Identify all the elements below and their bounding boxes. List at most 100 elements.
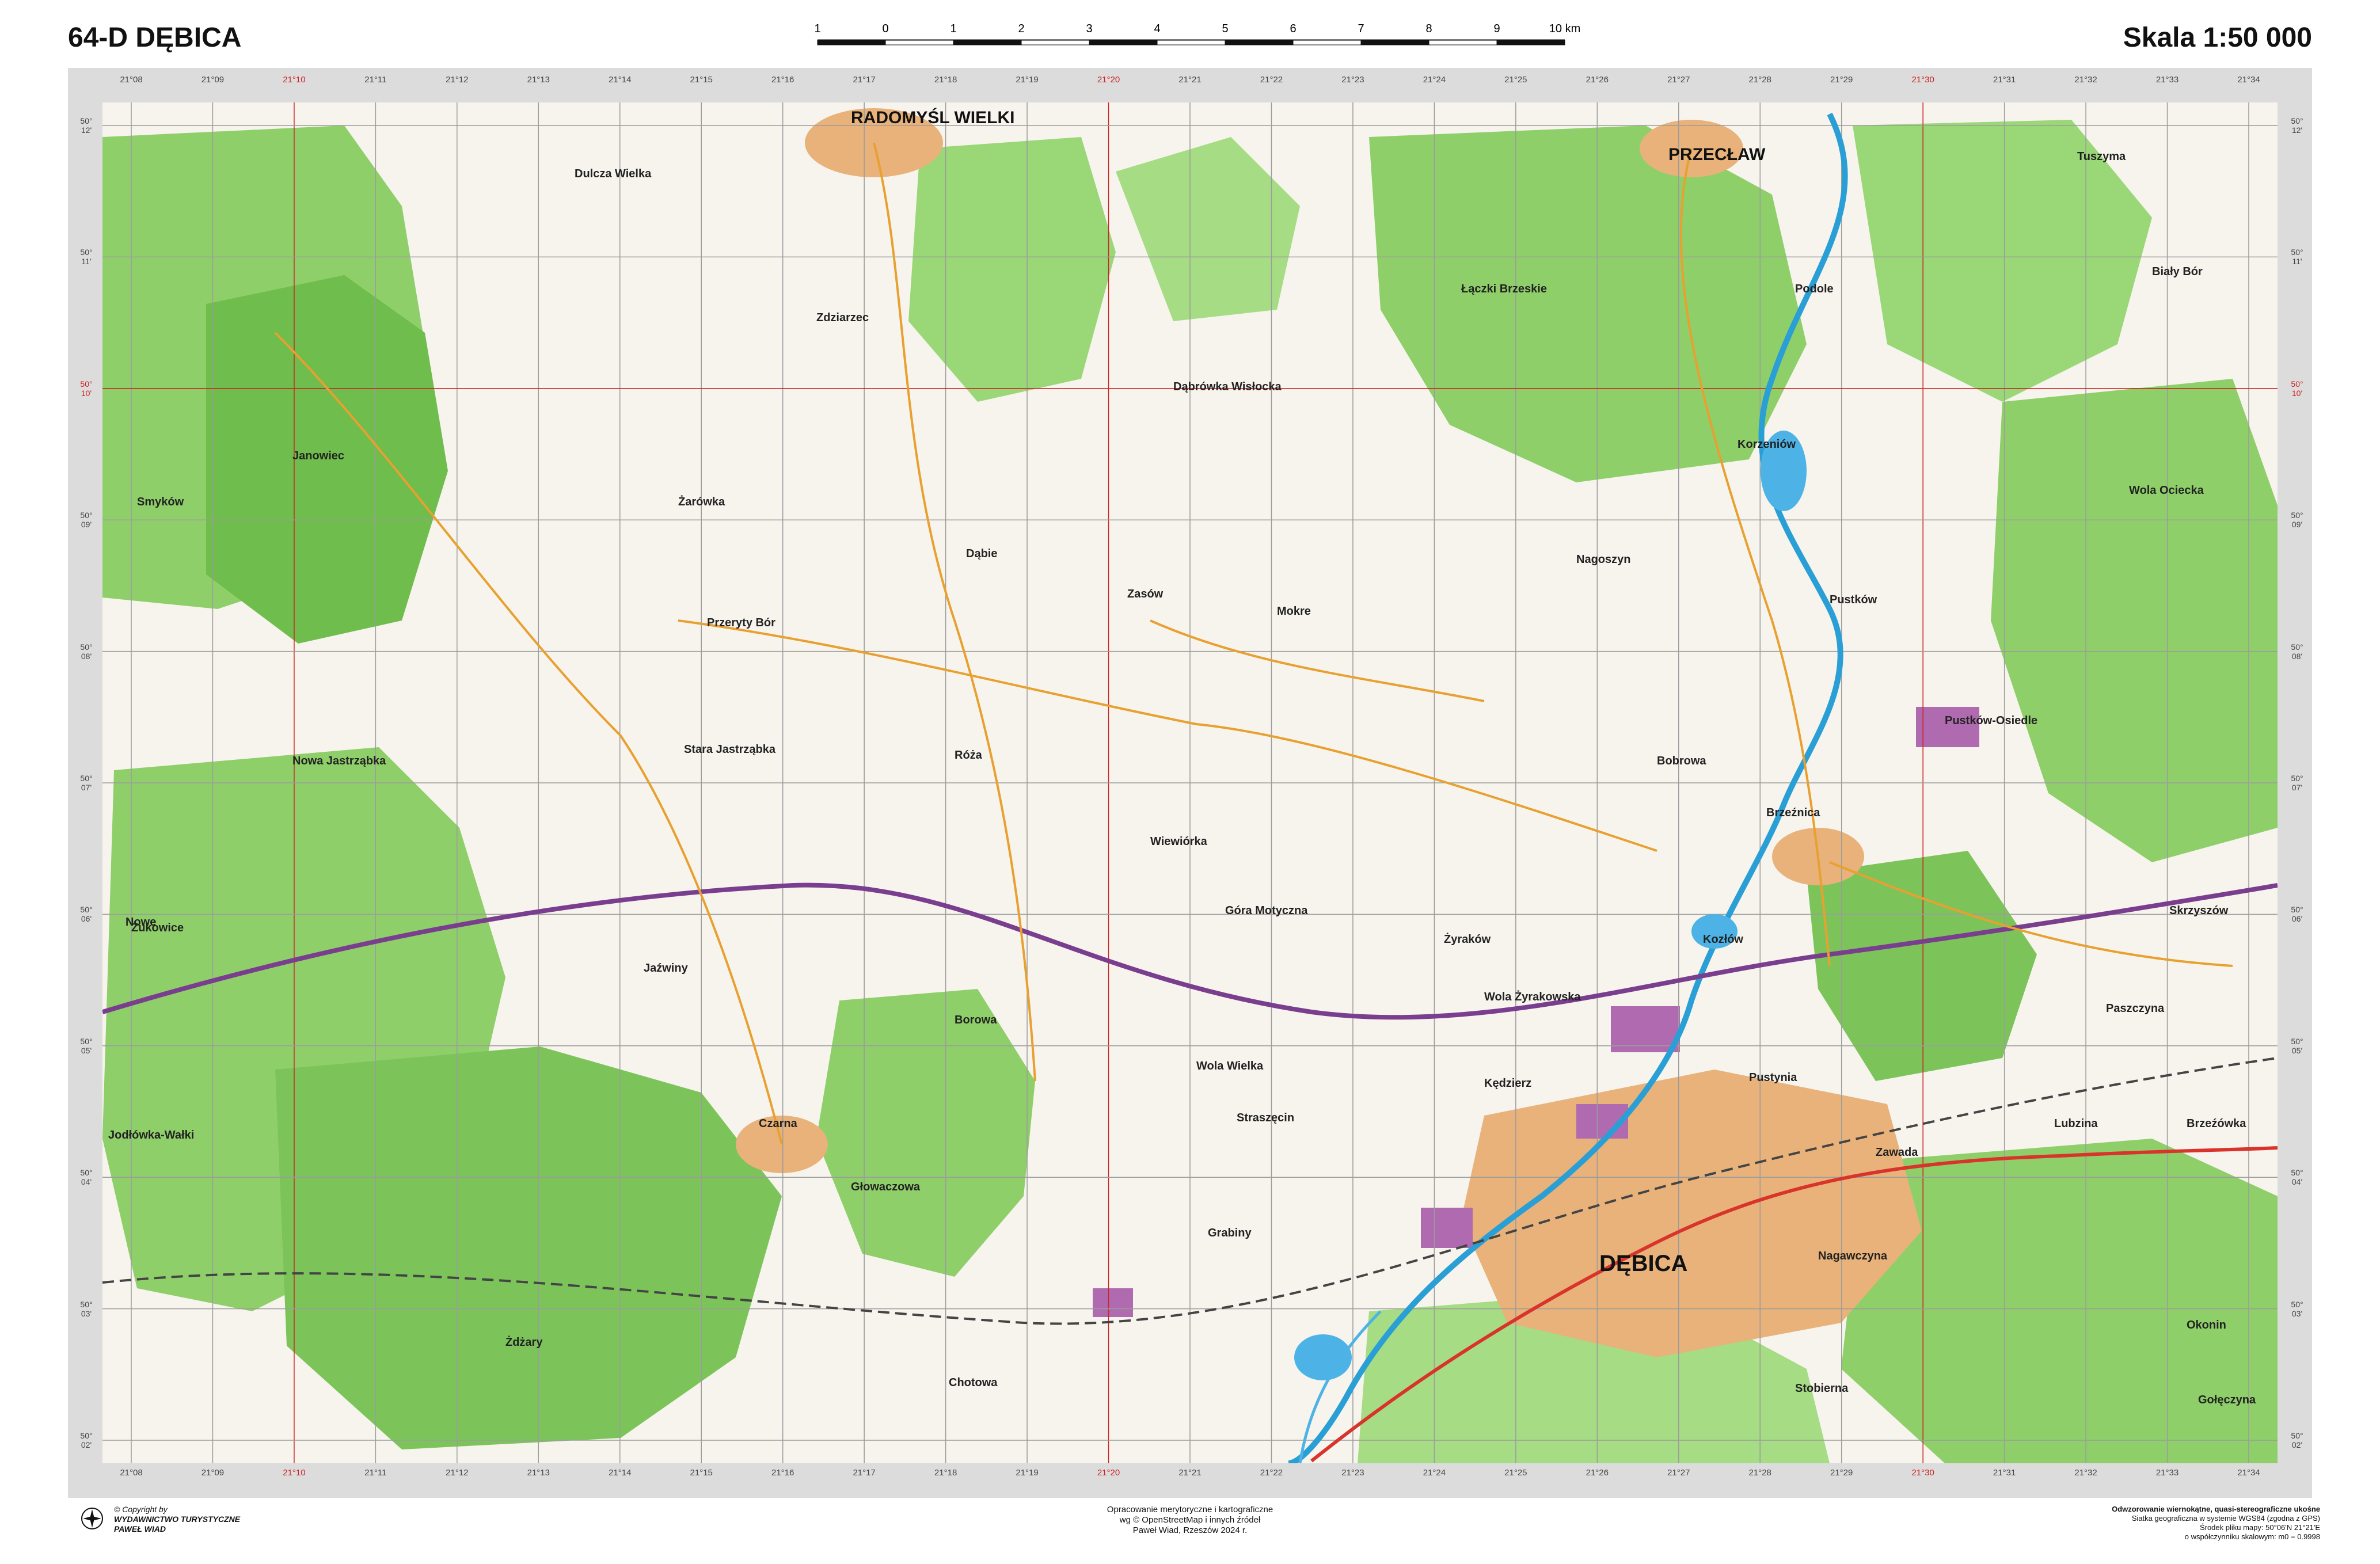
place-label: Dulcza Wielka xyxy=(575,168,652,180)
longitude-tick: 21°32 xyxy=(2074,75,2097,85)
place-label: Korzeniów xyxy=(1738,438,1796,451)
longitude-tick: 21°18 xyxy=(934,75,957,85)
longitude-tick: 21°30 xyxy=(1911,1468,1934,1478)
latitude-tick: 50° 06' xyxy=(80,905,93,924)
place-label: Podole xyxy=(1795,283,1834,295)
copyright-line: © Copyright by xyxy=(114,1505,168,1514)
topographic-map[interactable]: RADOMYŚL WIELKI PRZECŁAW DĘBICA Dulcza W… xyxy=(102,102,2278,1463)
longitude-tick: 21°10 xyxy=(283,1468,306,1478)
scale-bar-label: 5 xyxy=(1222,22,1228,35)
longitude-tick: 21°24 xyxy=(1423,1468,1446,1478)
latitude-tick: 50° 12' xyxy=(80,116,93,135)
longitude-tick: 21°29 xyxy=(1830,75,1853,85)
longitude-tick: 21°25 xyxy=(1504,75,1527,85)
longitude-tick: 21°26 xyxy=(1586,75,1609,85)
longitude-tick: 21°14 xyxy=(609,1468,632,1478)
place-label: Żdżary xyxy=(505,1335,543,1349)
longitude-tick: 21°28 xyxy=(1748,1468,1771,1478)
scale-bar-label: 3 xyxy=(1086,22,1092,35)
longitude-tick: 21°21 xyxy=(1178,75,1202,85)
place-label: Pustynia xyxy=(1749,1071,1797,1084)
place-label: Kędzierz xyxy=(1484,1077,1531,1090)
longitude-tick: 21°19 xyxy=(1016,75,1039,85)
place-label: Zdziarzec xyxy=(816,311,869,324)
place-label: Kozłów xyxy=(1703,933,1743,946)
scale-bar-segment xyxy=(953,40,1022,45)
credits-line: Opracowanie merytoryczne i kartograficzn… xyxy=(1107,1505,1273,1514)
place-label: Łączki Brzeskie xyxy=(1461,283,1547,295)
scale-bar-label: 4 xyxy=(1154,22,1160,35)
latitude-tick: 50° 02' xyxy=(80,1431,93,1449)
place-label: Smyków xyxy=(137,496,184,508)
industrial-4 xyxy=(1093,1288,1133,1317)
place-label: Wola Ociecka xyxy=(2129,484,2204,497)
place-label: Mokre xyxy=(1277,605,1311,618)
lake-latoszyn xyxy=(1294,1334,1352,1380)
latitude-tick: 50° 04' xyxy=(80,1168,93,1187)
projection-line: Odwzorowanie wiernokątne, quasi-stereogr… xyxy=(2112,1505,2320,1513)
scale-bar-label: 10 km xyxy=(1549,22,1580,35)
place-label: Czarna xyxy=(759,1117,798,1130)
place-label: Żarówka xyxy=(678,495,725,508)
place-label: Jaźwiny xyxy=(644,962,689,975)
footer-copyright: © Copyright by WYDAWNICTWO TURYSTYCZNE P… xyxy=(81,1505,426,1551)
industrial-5 xyxy=(1916,707,1979,747)
latitude-tick: 50° 06' xyxy=(2291,905,2303,924)
scale-bar-segment xyxy=(817,40,886,45)
latitude-tick: 50° 10' xyxy=(2291,379,2303,398)
scale-bar-segment xyxy=(1360,40,1429,45)
longitude-ticks-top: 21°08 21°09 21°10 21°11 21°12 21°13 21°14 21°15… xyxy=(102,75,2278,98)
longitude-tick: 21°17 xyxy=(853,75,876,85)
latitude-tick: 50° 07' xyxy=(80,774,93,792)
place-label: Grabiny xyxy=(1208,1227,1252,1239)
place-label: Jodłówka-Wałki xyxy=(108,1129,194,1141)
longitude-tick: 21°26 xyxy=(1586,1468,1609,1478)
latitude-tick: 50° 07' xyxy=(2291,774,2303,792)
latitude-tick: 50° 09' xyxy=(2291,511,2303,530)
longitude-tick: 21°15 xyxy=(690,75,713,85)
latitude-tick: 50° 08' xyxy=(80,642,93,661)
place-label: Głowaczowa xyxy=(851,1181,921,1193)
longitude-tick: 21°27 xyxy=(1667,75,1690,85)
town-label-przeclaw: PRZECŁAW xyxy=(1668,145,1766,164)
place-label: Gołęczyna xyxy=(2198,1394,2256,1406)
scale-title: Skala 1:50 000 xyxy=(2123,22,2312,53)
town-label-debica: DĘBICA xyxy=(1599,1251,1687,1276)
longitude-tick: 21°09 xyxy=(201,1468,225,1478)
place-label: Nagawczyna xyxy=(1818,1250,1888,1262)
longitude-tick: 21°08 xyxy=(120,75,143,85)
longitude-tick: 21°28 xyxy=(1748,75,1771,85)
latitude-tick: 50° 10' xyxy=(80,379,93,398)
publisher-logo-icon xyxy=(81,1508,103,1529)
latitude-tick: 50° 03' xyxy=(80,1299,93,1318)
longitude-tick: 21°15 xyxy=(690,1468,713,1478)
projection-line: Środek pliku mapy: 50°06'N 21°21'E xyxy=(2199,1523,2320,1532)
longitude-tick: 21°22 xyxy=(1260,75,1283,85)
scale-bar-segment xyxy=(1225,40,1294,45)
industrial-1 xyxy=(1611,1006,1680,1052)
longitude-tick: 21°34 xyxy=(2237,75,2260,85)
place-label: Stara Jastrząbka xyxy=(684,743,776,756)
place-label: Okonin xyxy=(2187,1319,2226,1331)
latitude-tick: 50° 08' xyxy=(2291,642,2303,661)
scale-bar-segment xyxy=(1021,40,1090,45)
longitude-ticks-bottom: 21°08 21°09 21°10 21°11 21°12 21°13 21°14 21°15… xyxy=(102,1468,2278,1491)
place-label: Dąbrówka Wisłocka xyxy=(1173,380,1282,393)
longitude-tick: 21°11 xyxy=(364,75,387,85)
place-label: Brzeźówka xyxy=(2187,1117,2246,1130)
scale-bar-label: 8 xyxy=(1425,22,1432,35)
longitude-tick: 21°19 xyxy=(1016,1468,1039,1478)
longitude-tick: 21°22 xyxy=(1260,1468,1283,1478)
place-label: Tuszyma xyxy=(2077,150,2126,163)
longitude-tick: 21°08 xyxy=(120,1468,143,1478)
industrial-3 xyxy=(1421,1208,1473,1248)
projection-line: o współczynniku skalowym: m0 = 0.9998 xyxy=(2184,1532,2320,1541)
place-label: Skrzyszów xyxy=(2169,904,2229,917)
longitude-tick: 21°16 xyxy=(771,1468,794,1478)
longitude-tick: 21°13 xyxy=(527,75,550,85)
scale-bar-segment xyxy=(1157,40,1226,45)
longitude-tick: 21°17 xyxy=(853,1468,876,1478)
latitude-tick: 50° 05' xyxy=(80,1036,93,1055)
place-label: Biały Bór xyxy=(2152,265,2203,278)
place-label: Żukowice xyxy=(131,921,184,934)
